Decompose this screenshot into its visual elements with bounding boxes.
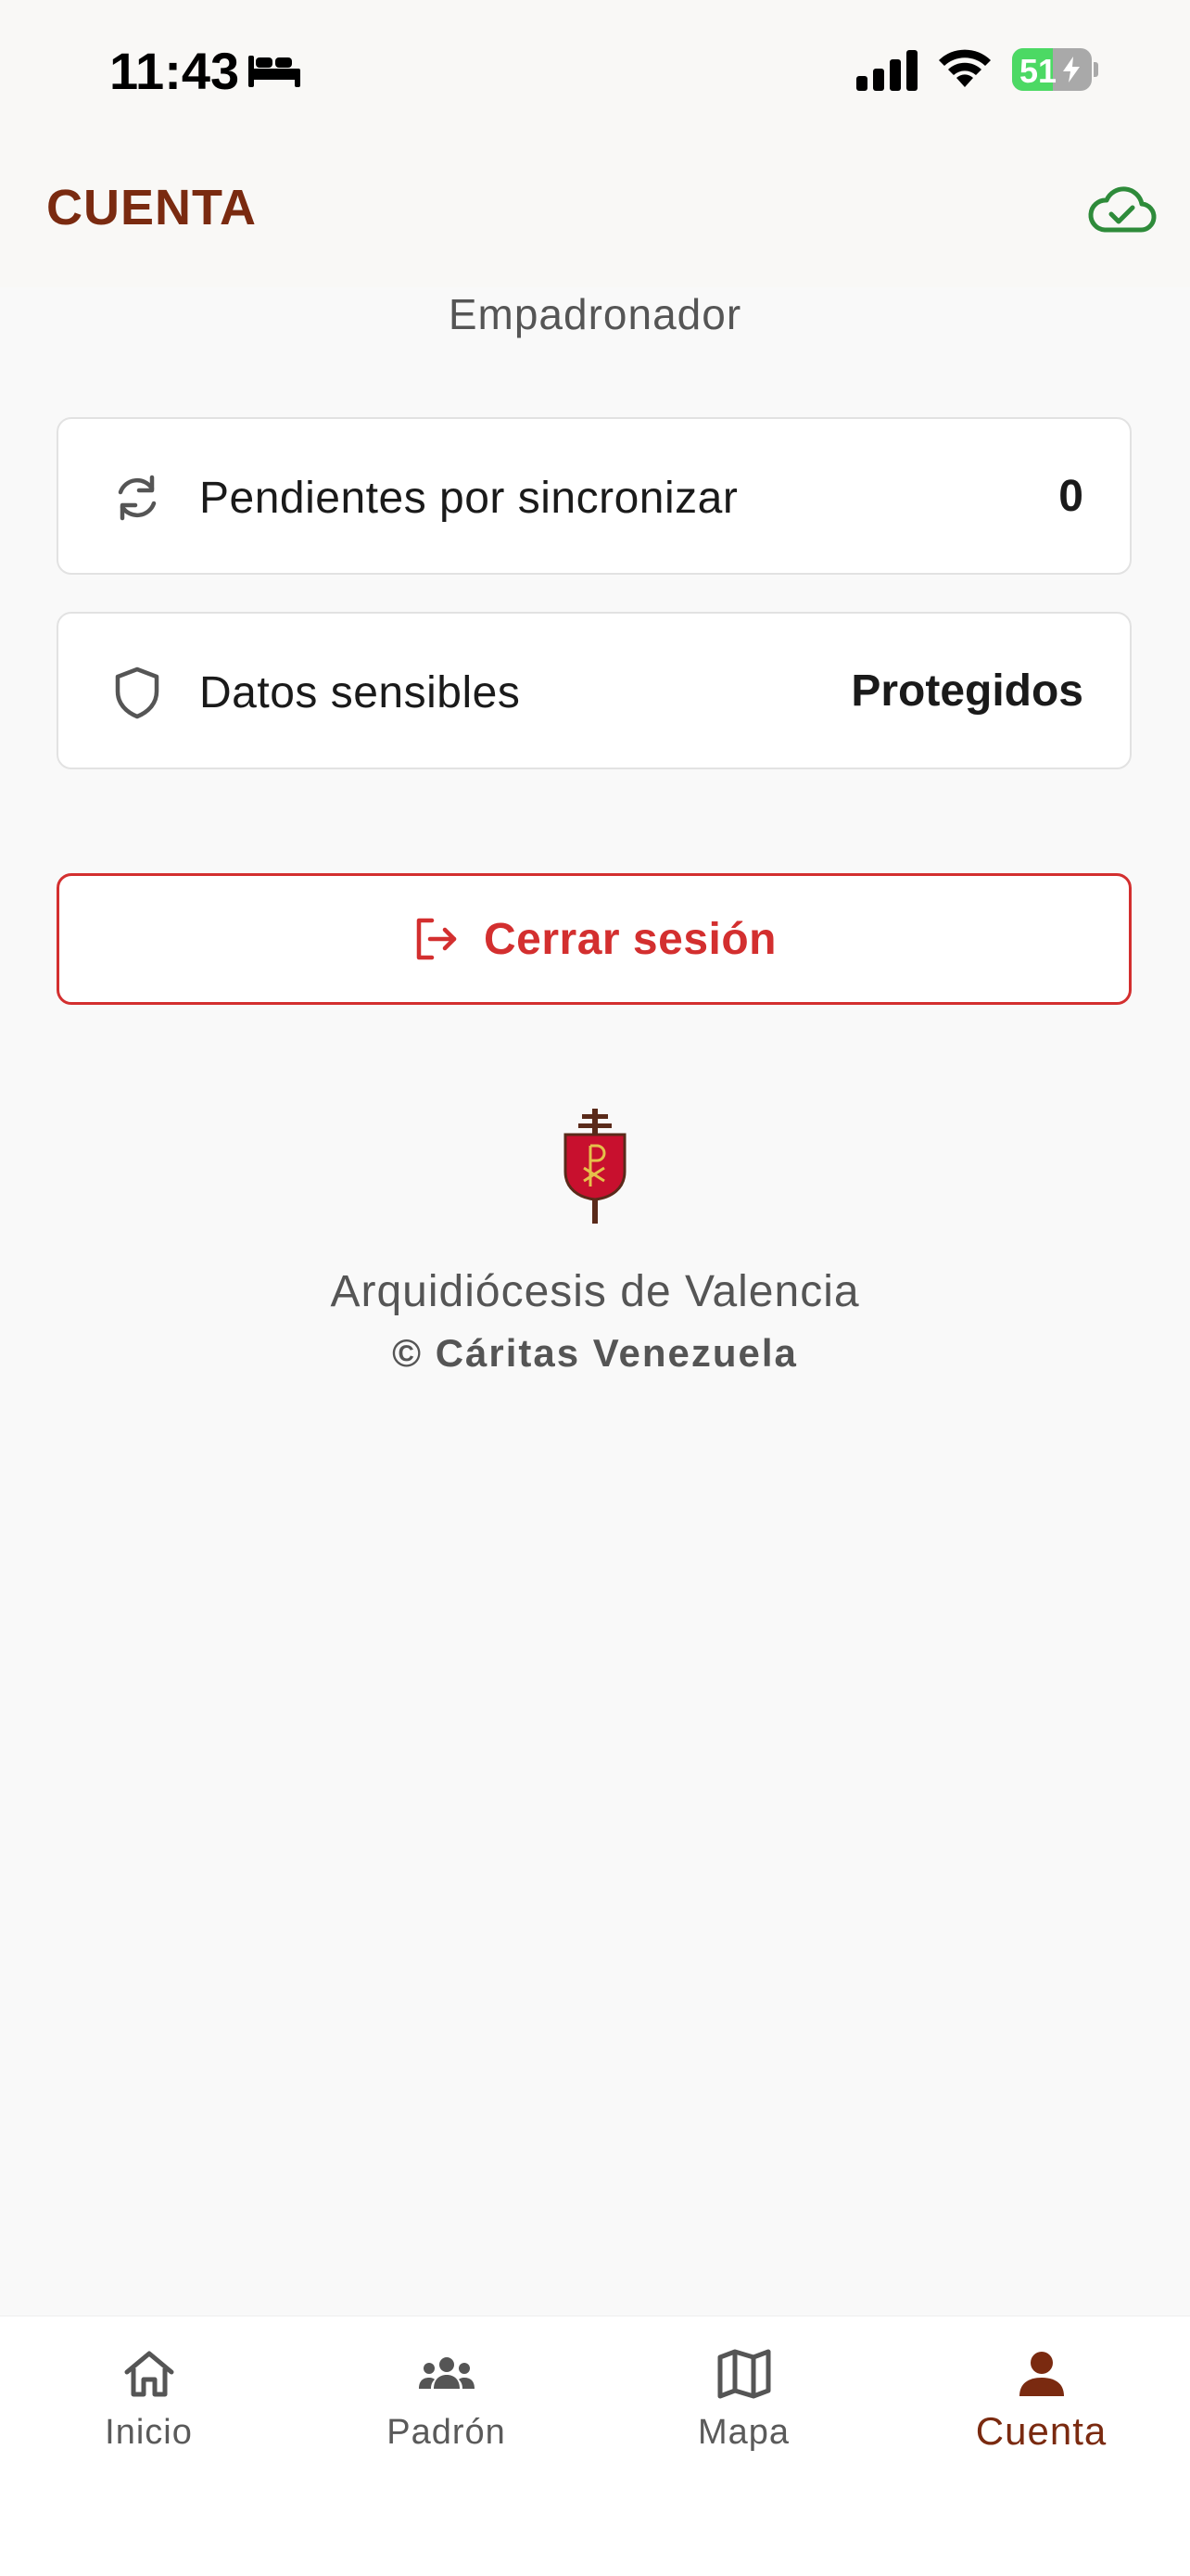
tab-mapa[interactable]: Mapa (595, 2316, 892, 2502)
logout-icon (416, 918, 457, 960)
app-header: CUENTA (0, 139, 1190, 287)
charging-bolt-icon (1063, 57, 1080, 82)
person-icon (1019, 2352, 1064, 2396)
page-title: CUENTA (46, 180, 257, 235)
tab-label: Inicio (105, 2413, 193, 2452)
bottom-tab-bar: Inicio Padrón Mapa Cuenta (0, 2316, 1190, 2576)
people-icon (418, 2357, 475, 2389)
status-bar: 11:43 51 (0, 0, 1190, 139)
cloud-check-icon[interactable] (1086, 185, 1157, 237)
copyright-text: © Cáritas Venezuela (392, 1331, 798, 1375)
sensitive-data-label: Datos sensibles (199, 668, 521, 717)
logout-button[interactable]: Cerrar sesión (57, 873, 1132, 1005)
tab-padron[interactable]: Padrón (298, 2316, 595, 2502)
status-time: 11:43 (109, 42, 240, 100)
map-icon (717, 2349, 770, 2399)
tab-label: Cuenta (975, 2409, 1108, 2453)
tab-cuenta[interactable]: Cuenta (892, 2316, 1190, 2502)
tab-label: Padrón (386, 2413, 506, 2452)
user-role: Empadronador (448, 290, 742, 338)
bed-icon (248, 56, 300, 87)
signal-icon (856, 50, 918, 91)
battery-indicator: 51 (1012, 48, 1098, 91)
sensitive-data-status: Protegidos (851, 666, 1083, 716)
tab-inicio[interactable]: Inicio (0, 2316, 298, 2502)
pending-sync-count: 0 (1058, 472, 1083, 521)
tab-label: Mapa (697, 2413, 791, 2452)
shield-icon (115, 666, 159, 719)
pending-sync-label: Pendientes por sincronizar (199, 474, 739, 523)
wifi-icon (939, 49, 991, 87)
sync-icon (118, 475, 157, 521)
home-icon (124, 2351, 173, 2397)
battery-level: 51 (1019, 52, 1057, 90)
logout-label: Cerrar sesión (484, 914, 777, 964)
pending-sync-card: Pendientes por sincronizar 0 (57, 417, 1132, 575)
sensitive-data-card: Datos sensibles Protegidos (57, 612, 1132, 769)
archdiocese-crest-logo (563, 1109, 627, 1224)
organization-name: Arquidiócesis de Valencia (330, 1267, 860, 1316)
